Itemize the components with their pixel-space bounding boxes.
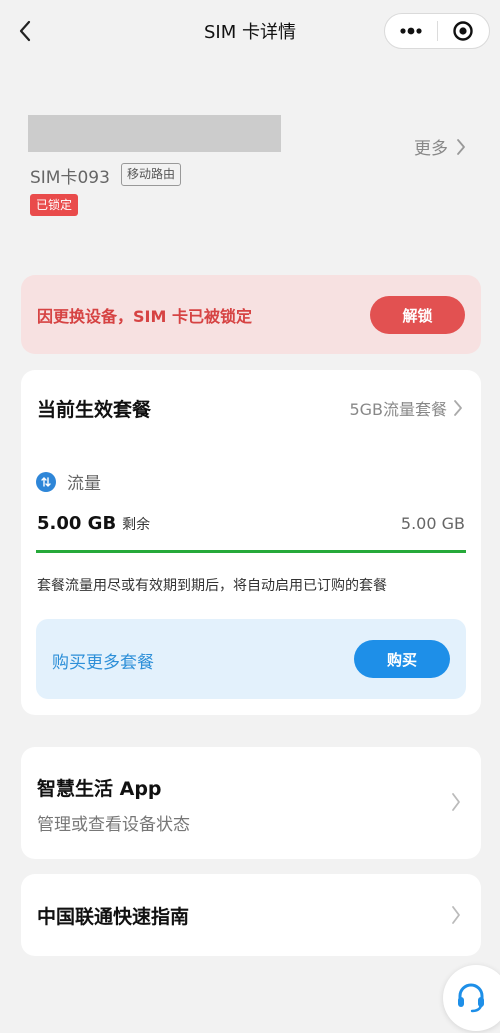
remaining-value: 5.00 GB: [37, 513, 117, 534]
guide-card-title: 中国联通快速指南: [37, 906, 190, 928]
data-progress-fill: [36, 550, 466, 553]
data-progress-bar: [36, 550, 466, 553]
app-card-subtitle: 管理或查看设备状态: [37, 815, 190, 835]
buy-more-panel: 购买更多套餐 购买: [36, 619, 466, 699]
current-plan-title: 当前生效套餐: [37, 399, 152, 421]
chevron-right-icon: [452, 906, 460, 924]
plan-name: 5GB流量套餐: [349, 400, 447, 419]
smart-life-app-card[interactable]: 智慧生活 App 管理或查看设备状态: [21, 747, 481, 859]
traffic-label: 流量: [67, 474, 101, 494]
more-label: 更多: [414, 139, 448, 159]
nav-bar: SIM 卡详情: [0, 0, 500, 62]
chevron-right-icon: [454, 400, 462, 416]
chevron-right-icon: [452, 793, 460, 811]
sim-name: SIM卡093: [30, 168, 110, 188]
more-dots-icon: [400, 27, 422, 35]
buy-more-text: 购买更多套餐: [52, 653, 154, 673]
lock-alert: 因更换设备，SIM 卡已被锁定 解锁: [21, 275, 481, 354]
chevron-right-icon: [457, 138, 465, 155]
quick-guide-card[interactable]: 中国联通快速指南: [21, 874, 481, 956]
status-badge: 已锁定: [30, 194, 79, 216]
menu-button[interactable]: [385, 14, 437, 48]
remaining-data: 5.00 GB 剩余: [37, 513, 150, 534]
close-button[interactable]: [437, 14, 489, 48]
total-value: 5.00 GB: [400, 514, 465, 533]
more-link[interactable]: 更多: [414, 134, 468, 159]
unlock-button[interactable]: 解锁: [370, 296, 465, 334]
current-plan-card: 当前生效套餐 5GB流量套餐 流量 5.00 GB 剩余 5.00 GB 套餐流…: [21, 370, 481, 715]
plan-note: 套餐流量用尽或有效期到期后，将自动启用已订购的套餐: [37, 578, 387, 594]
mode-tag: 移动路由: [121, 163, 182, 186]
plan-name-link[interactable]: 5GB流量套餐: [349, 396, 465, 420]
redacted-sim-number: [28, 115, 281, 152]
target-circle-icon: [453, 21, 473, 41]
data-transfer-icon: [36, 472, 56, 492]
customer-service-button[interactable]: [443, 965, 500, 1031]
app-card-title: 智慧生活 App: [37, 778, 162, 800]
headset-icon: [458, 983, 484, 1013]
mini-program-capsule: [384, 13, 490, 49]
lock-alert-message: 因更换设备，SIM 卡已被锁定: [37, 307, 252, 326]
buy-button[interactable]: 购买: [354, 640, 450, 678]
remaining-unit: 剩余: [122, 517, 151, 533]
